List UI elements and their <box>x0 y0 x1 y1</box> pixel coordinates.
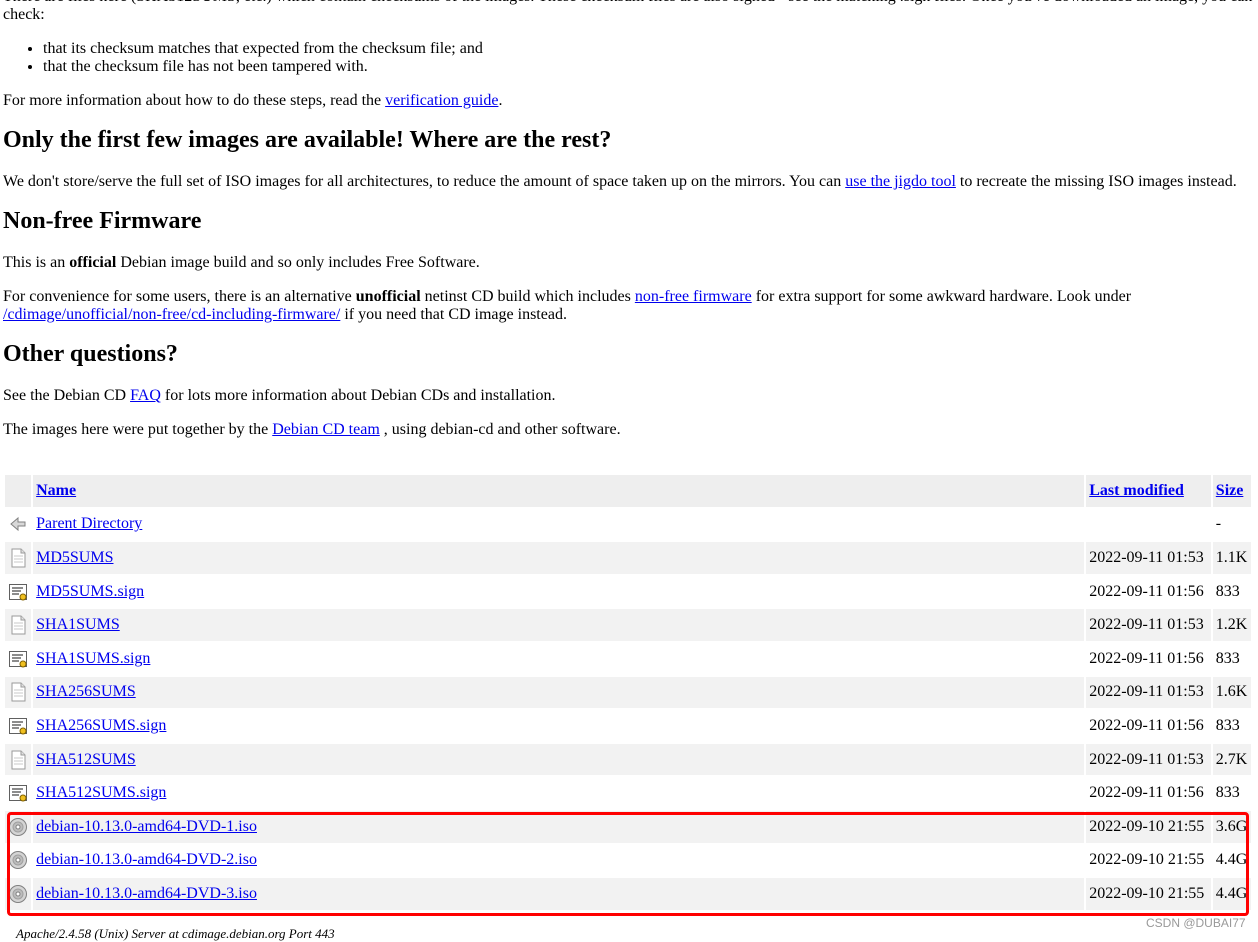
table-row: SHA1SUMS.sign 2022-09-11 01:56 833 <box>5 643 1251 675</box>
signed-file-icon <box>9 717 28 735</box>
file-link[interactable]: MD5SUMS.sign <box>36 583 144 600</box>
table-row: MD5SUMS.sign 2022-09-11 01:56 833 <box>5 576 1251 608</box>
file-size: 833 <box>1215 784 1240 802</box>
rest-paragraph: We don't store/serve the full set of ISO… <box>3 173 1237 190</box>
sort-by-size-link[interactable]: Size <box>1216 482 1244 499</box>
file-link[interactable]: SHA1SUMS <box>36 616 120 633</box>
file-size: 2.7K <box>1212 743 1251 776</box>
file-link[interactable]: SHA512SUMS.sign <box>36 784 166 801</box>
file-modified: 2022-09-11 01:53 <box>1086 743 1211 776</box>
text-file-icon <box>11 750 26 770</box>
verification-guide-link[interactable]: verification guide <box>385 92 498 109</box>
cd-team-paragraph: The images here were put together by the… <box>3 421 621 438</box>
file-size: 1.1K <box>1212 542 1251 574</box>
parent-size: - <box>1215 515 1222 533</box>
check-list: that its checksum matches that expected … <box>3 40 1253 76</box>
faq-link[interactable]: FAQ <box>130 387 161 404</box>
parent-directory-row: Parent Directory - <box>5 509 1251 541</box>
sort-by-name-link[interactable]: Name <box>36 482 76 499</box>
signed-file-icon <box>9 583 28 601</box>
file-modified: 2022-09-11 01:56 <box>1089 784 1204 802</box>
file-modified: 2022-09-11 01:53 <box>1086 542 1211 574</box>
file-size: 833 <box>1215 582 1240 600</box>
table-header-row: Name Last modified Size <box>5 475 1251 507</box>
jigdo-tool-link[interactable]: use the jigdo tool <box>845 173 956 190</box>
table-row: SHA256SUMS 2022-09-11 01:53 1.6K <box>5 676 1251 709</box>
text-file-icon <box>11 615 26 635</box>
name-header: Name <box>33 475 1085 507</box>
file-link[interactable]: MD5SUMS <box>36 549 113 566</box>
file-size: 1.2K <box>1212 609 1251 641</box>
non-free-firmware-link[interactable]: non-free firmware <box>635 288 752 305</box>
check-list-item: that the checksum file has not been tamp… <box>43 58 1253 76</box>
check-list-item: that its checksum matches that expected … <box>43 40 1253 58</box>
file-modified: 2022-09-11 01:56 <box>1089 716 1204 734</box>
watermark: CSDN @DUBAI77 <box>1146 916 1246 930</box>
unofficial-paragraph: For convenience for some users, there is… <box>3 288 1132 323</box>
faq-paragraph: See the Debian CD FAQ for lots more info… <box>3 387 556 404</box>
iso-files-highlight-box <box>7 812 1249 916</box>
official-paragraph: This is an official Debian image build a… <box>3 254 480 271</box>
file-modified: 2022-09-11 01:53 <box>1086 676 1211 709</box>
file-size: 833 <box>1215 649 1240 667</box>
back-arrow-icon <box>10 517 26 532</box>
modified-header: Last modified <box>1086 475 1211 507</box>
intro-paragraph: There are files here (SHA512SUMS, etc.) … <box>3 0 1252 23</box>
rest-heading: Only the first few images are available!… <box>3 127 612 153</box>
firmware-heading: Non-free Firmware <box>3 208 202 234</box>
page-content: There are files here (SHA512SUMS, etc.) … <box>3 0 1253 455</box>
file-modified: 2022-09-11 01:53 <box>1086 609 1211 641</box>
icon-header <box>5 475 32 507</box>
file-modified: 2022-09-11 01:56 <box>1089 649 1204 667</box>
cd-team-link[interactable]: Debian CD team <box>272 421 380 438</box>
table-row: SHA1SUMS 2022-09-11 01:53 1.2K <box>5 609 1251 641</box>
sort-by-modified-link[interactable]: Last modified <box>1089 482 1184 499</box>
file-link[interactable]: SHA1SUMS.sign <box>36 650 150 667</box>
other-questions-heading: Other questions? <box>3 341 178 367</box>
signed-file-icon <box>9 785 28 802</box>
parent-directory-link[interactable]: Parent Directory <box>36 515 142 532</box>
table-row: SHA256SUMS.sign 2022-09-11 01:56 833 <box>5 710 1251 742</box>
file-link[interactable]: SHA256SUMS.sign <box>36 717 166 734</box>
firmware-path-link[interactable]: /cdimage/unofficial/non-free/cd-includin… <box>3 306 340 323</box>
text-file-icon <box>11 682 26 702</box>
server-signature: Apache/2.4.58 (Unix) Server at cdimage.d… <box>16 926 335 941</box>
file-size: 833 <box>1215 716 1240 734</box>
table-row: SHA512SUMS 2022-09-11 01:53 2.7K <box>5 743 1251 776</box>
file-size: 1.6K <box>1212 676 1251 709</box>
table-row: MD5SUMS 2022-09-11 01:53 1.1K <box>5 542 1251 574</box>
file-link[interactable]: SHA256SUMS <box>36 683 136 700</box>
file-link[interactable]: SHA512SUMS <box>36 751 136 768</box>
size-header: Size <box>1212 475 1251 507</box>
file-modified: 2022-09-11 01:56 <box>1089 582 1204 600</box>
table-row: SHA512SUMS.sign 2022-09-11 01:56 833 <box>5 777 1251 809</box>
more-info-paragraph: For more information about how to do the… <box>3 92 503 109</box>
signed-file-icon <box>9 650 28 668</box>
text-file-icon <box>11 548 26 568</box>
